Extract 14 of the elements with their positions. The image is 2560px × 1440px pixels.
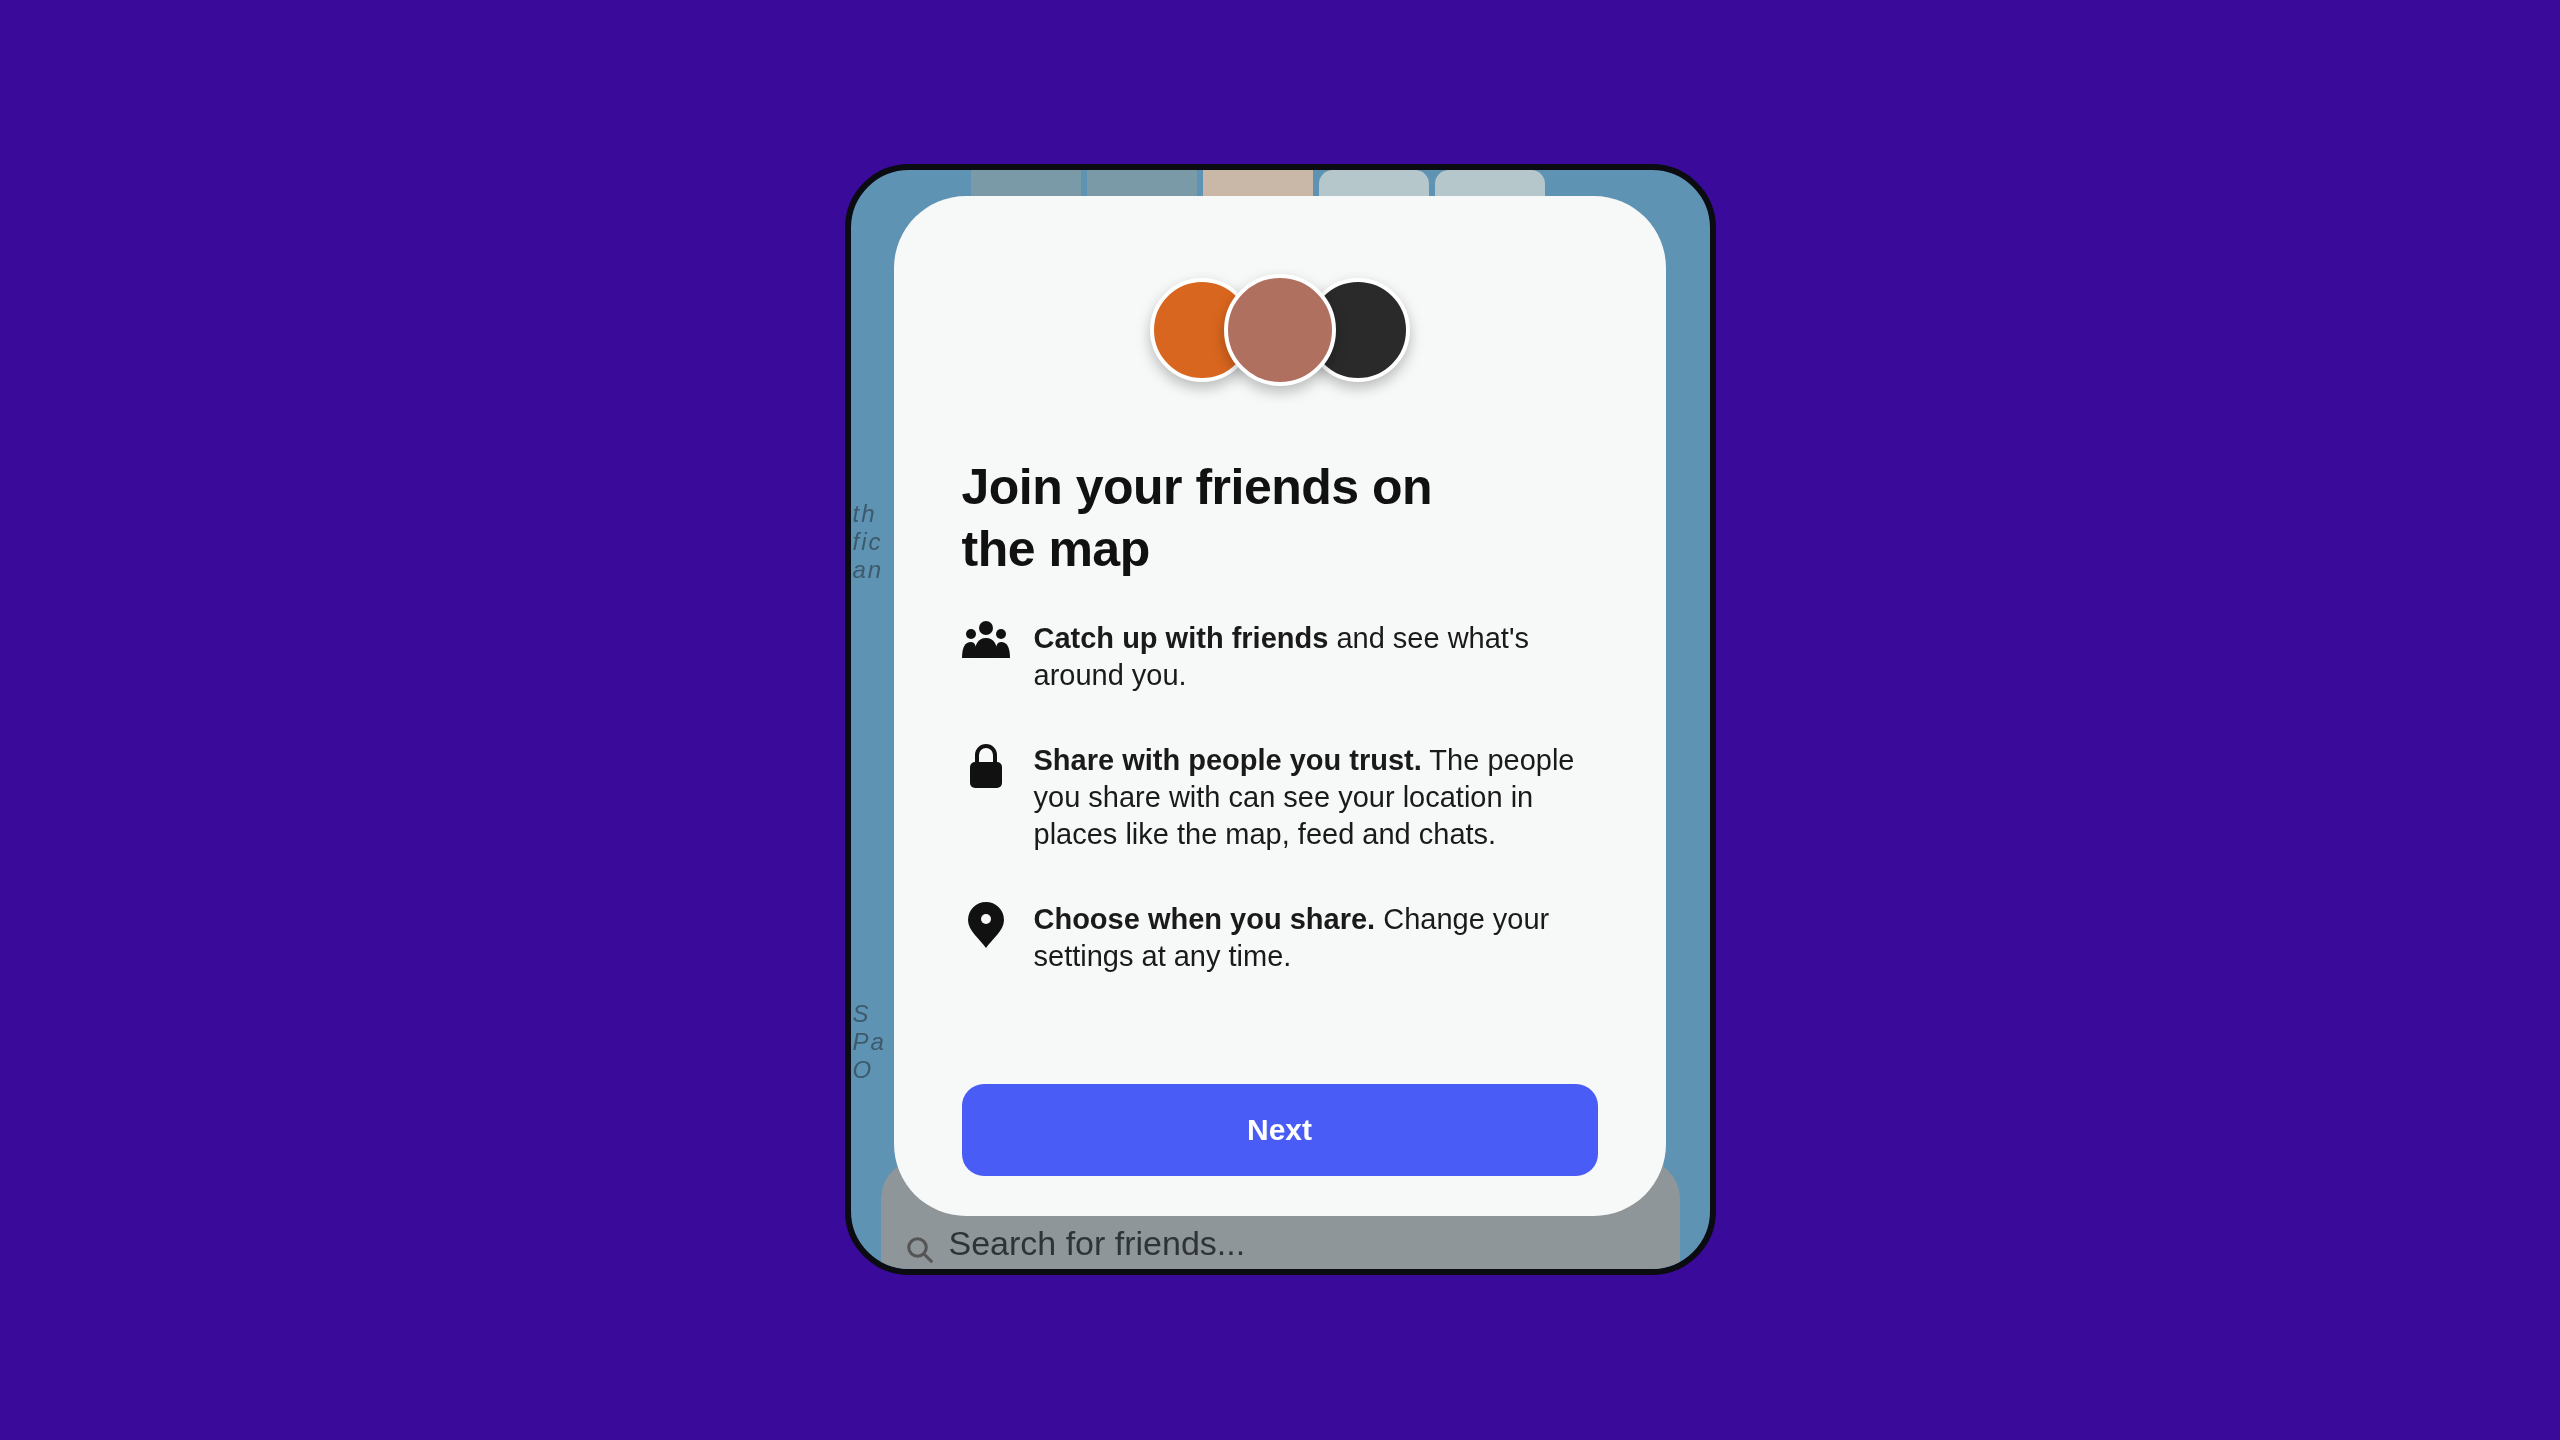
next-button[interactable]: Next	[961, 1083, 1598, 1176]
people-icon	[961, 619, 1010, 660]
dialog-title: Join your friends on the map	[961, 457, 1434, 579]
map-label: O	[852, 1055, 875, 1084]
map-label: Pa	[852, 1027, 886, 1056]
feature-text: Choose when you share. Change your settings at any time.	[1033, 901, 1551, 974]
search-field[interactable]: Search for friends...	[948, 1222, 1309, 1265]
map-label: fic	[852, 527, 884, 556]
map-label: th	[852, 499, 878, 528]
feature-text: Share with people you trust. The people you share with can see your location in places like the map, feed and chats.	[1033, 742, 1576, 852]
search-icon	[904, 1234, 935, 1265]
feature-text: Catch up with friends and see what's around you.	[1033, 620, 1530, 693]
map-label: S	[852, 999, 872, 1028]
map-label: an	[852, 555, 884, 584]
